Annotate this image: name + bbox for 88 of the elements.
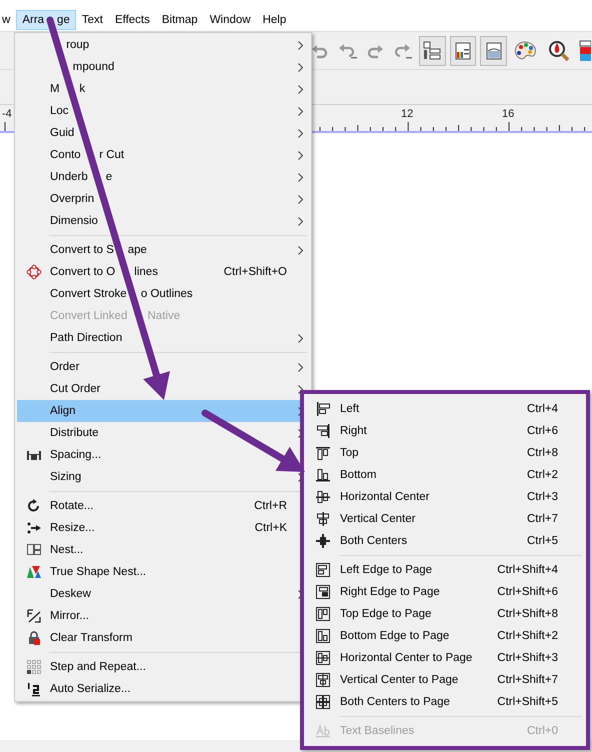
align-to-page-icon: [315, 650, 331, 666]
menu-bar-item[interactable]: Help: [256, 10, 292, 30]
menu-item[interactable]: Left Edge to Page Ctrl+Shift+4: [306, 559, 584, 581]
chevron-right-icon: [298, 246, 302, 254]
menu-item[interactable]: Horizontal Center to Page Ctrl+Shift+3: [306, 647, 584, 669]
menu-bar-item[interactable]: Arra ge: [16, 10, 76, 30]
menu-item[interactable]: Top Ctrl+8: [306, 442, 584, 464]
menu-item[interactable]: Guid: [17, 122, 309, 144]
align-icon: [315, 467, 331, 483]
menu-item[interactable]: Resize... Ctrl+K: [17, 517, 309, 539]
menu-item[interactable]: Bottom Edge to Page Ctrl+Shift+2: [306, 625, 584, 647]
true-shape-nest-icon: [26, 564, 42, 580]
chevron-right-icon: [298, 334, 302, 342]
menu-item[interactable]: Loc: [17, 100, 309, 122]
mirror-icon: [26, 608, 42, 624]
menu-item[interactable]: Convert to O lines Ctrl+Shift+O: [17, 261, 309, 283]
ruler-label: -4: [2, 108, 12, 120]
menu-item[interactable]: Bottom Ctrl+2: [306, 464, 584, 486]
align-icon: [315, 423, 331, 439]
panel-icon: [422, 40, 442, 60]
menu-item[interactable]: Nest...: [17, 539, 110, 561]
chevron-right-icon: [298, 384, 302, 394]
menu-item[interactable]: Cut Order: [17, 378, 309, 400]
menu-bar-item[interactable]: Bitmap: [156, 10, 204, 30]
align-icon: [315, 511, 331, 527]
menu-item[interactable]: Overprin: [17, 188, 309, 210]
align-to-page-icon: [315, 672, 331, 688]
menu-bar-item[interactable]: Text: [76, 10, 109, 30]
menu-item[interactable]: Rotate... Ctrl+R: [17, 495, 309, 517]
menu-item[interactable]: mpound: [17, 56, 309, 78]
chevron-right-icon: [298, 172, 302, 182]
menu-item[interactable]: Left Ctrl+4: [306, 398, 584, 420]
ruler-label: 12: [401, 108, 414, 120]
menu-item[interactable]: Right Ctrl+6: [306, 420, 584, 442]
menu-item[interactable]: Vertical Center Ctrl+7: [306, 508, 584, 530]
chevron-right-icon: [298, 62, 302, 72]
menu-bar-item[interactable]: Effects: [108, 10, 156, 30]
menu-item[interactable]: Top Edge to Page Ctrl+Shift+8: [306, 603, 584, 625]
rotate-icon: [26, 498, 42, 514]
menu-item[interactable]: Order: [17, 356, 309, 378]
align-icon: [315, 401, 331, 417]
chevron-right-icon: [298, 106, 302, 116]
chevron-right-icon: [298, 40, 302, 50]
menu-item[interactable]: Vertical Center to Page Ctrl+Shift+7: [306, 669, 584, 691]
align-icon: [315, 445, 331, 461]
align-to-page-icon: [315, 562, 331, 578]
menu-item[interactable]: Step and Repeat...: [17, 656, 172, 678]
menu-item[interactable]: Auto Serialize...: [17, 678, 157, 700]
color-panel-button[interactable]: [450, 36, 476, 66]
chevron-right-icon: [298, 128, 302, 138]
menu-item[interactable]: M k: [17, 78, 309, 100]
menu-item[interactable]: Convert to S ape: [17, 239, 309, 261]
menu-item[interactable]: Dimensio: [17, 210, 309, 232]
menu-item[interactable]: Right Edge to Page Ctrl+Shift+6: [306, 581, 584, 603]
grid-icon: [26, 659, 42, 675]
menu-item[interactable]: Underb e: [17, 166, 309, 188]
menu-item[interactable]: Conto r Cut: [17, 144, 309, 166]
menu-item[interactable]: Spacing...: [17, 444, 128, 466]
ruler-label: 16: [502, 108, 514, 120]
align-to-page-icon: [315, 628, 331, 644]
chevron-right-icon: [298, 84, 302, 94]
menu-item[interactable]: roup: [17, 34, 309, 56]
menu-item[interactable]: Both Centers to Page Ctrl+Shift+5: [306, 691, 584, 713]
chevron-right-icon: [298, 150, 302, 160]
align-icon: [315, 533, 331, 549]
chevron-right-icon: [298, 194, 302, 204]
menu-item[interactable]: Both Centers Ctrl+5: [306, 530, 584, 552]
menu-bar-item[interactable]: Window: [204, 10, 257, 30]
menu-item[interactable]: Horizontal Center Ctrl+3: [306, 486, 584, 508]
color-chart-icon: [452, 40, 473, 60]
chevron-right-icon: [298, 216, 302, 226]
menu-item[interactable]: Convert Stroke o Outlines: [17, 283, 309, 305]
align-to-page-icon: [315, 584, 331, 600]
align-icon: [315, 489, 331, 505]
menu-item[interactable]: Path Direction: [17, 327, 309, 349]
resize-icon: [26, 520, 42, 536]
menu-item[interactable]: Clear Transform: [17, 627, 158, 649]
baseline-icon: [315, 723, 331, 739]
cut-panel-button[interactable]: [480, 36, 507, 66]
align-to-page-icon: [315, 694, 331, 710]
position-panel-button[interactable]: [419, 36, 446, 66]
nest-icon: [26, 542, 42, 558]
chevron-right-icon: [298, 362, 302, 372]
menu-bar-item[interactable]: w: [0, 10, 16, 30]
serialize-icon: [26, 681, 42, 697]
menu-item[interactable]: Mirror...: [17, 605, 115, 627]
menu-item[interactable]: True Shape Nest...: [17, 561, 172, 583]
align-to-page-icon: [315, 606, 331, 622]
